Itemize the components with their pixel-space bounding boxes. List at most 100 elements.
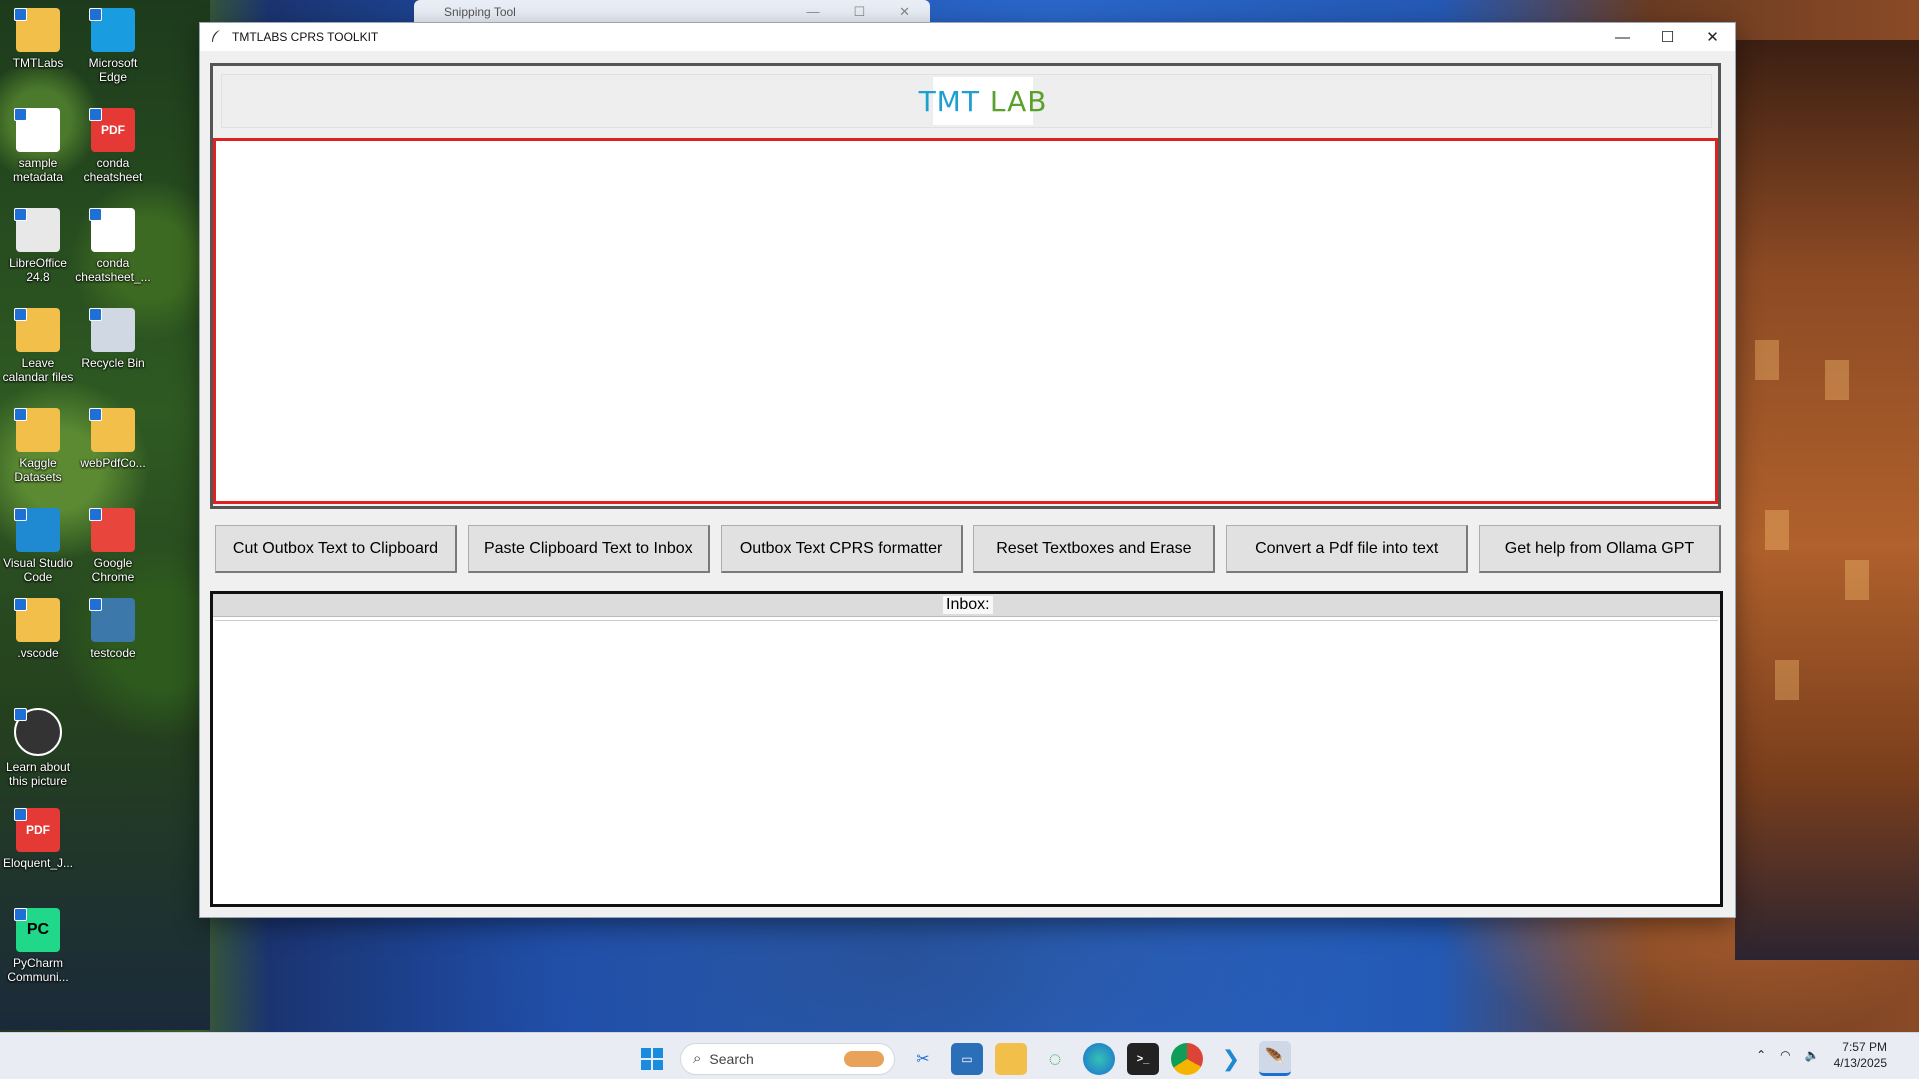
- outbox-frame: TMT LAB: [210, 63, 1721, 509]
- checkbox-icon: [89, 308, 102, 321]
- checkbox-icon: [89, 8, 102, 21]
- desktop-icon-label: Leave calandar files: [2, 356, 74, 384]
- wifi-icon[interactable]: ◠: [1780, 1048, 1790, 1062]
- desktop-icon[interactable]: sample metadata: [0, 108, 76, 184]
- desktop-icon-label: Visual Studio Code: [3, 556, 73, 584]
- checkbox-icon: [89, 508, 102, 521]
- checkbox-icon: [14, 8, 27, 21]
- maximize-button[interactable]: ☐: [1645, 23, 1690, 51]
- desktop-icon-label: webPdfCo...: [80, 456, 146, 470]
- clock-time: 7:57 PM: [1842, 1040, 1887, 1054]
- desktop-icon[interactable]: PC PyCharm Communi...: [0, 908, 76, 984]
- inbox-textbox[interactable]: [215, 620, 1718, 902]
- desktop-icon[interactable]: TMTLabs: [0, 8, 76, 70]
- checkbox-icon: [14, 408, 27, 421]
- desktop-icon-label: sample metadata: [12, 156, 64, 184]
- reset-textboxes-button[interactable]: Reset Textboxes and Erase: [973, 525, 1216, 573]
- desktop-icon-label: Learn about this picture: [5, 760, 71, 788]
- inbox-label: Inbox:: [943, 596, 993, 614]
- desktop-icon[interactable]: Google Chrome: [75, 508, 151, 584]
- checkbox-icon: [14, 598, 27, 611]
- desktop-icon[interactable]: Kaggle Datasets: [0, 408, 76, 484]
- desktop-icon-label: PyCharm Communi...: [7, 956, 69, 984]
- desktop-icon-label: conda cheatsheet_...: [75, 256, 151, 284]
- convert-pdf-button[interactable]: Convert a Pdf file into text: [1226, 525, 1469, 573]
- desktop-icon[interactable]: conda cheatsheet_...: [75, 208, 151, 284]
- close-icon[interactable]: ✕: [899, 4, 910, 20]
- snipping-tool-icon[interactable]: ✂: [907, 1043, 939, 1075]
- desktop-icon-label: testcode: [90, 646, 136, 660]
- desktop-icon[interactable]: Leave calandar files: [0, 308, 76, 384]
- feather-icon: [210, 29, 224, 46]
- search-highlight-icon: [844, 1050, 884, 1067]
- checkbox-icon: [89, 598, 102, 611]
- desktop-icon[interactable]: PDF conda cheatsheet: [75, 108, 151, 184]
- search-icon: ⌕: [693, 1050, 702, 1067]
- maximize-icon[interactable]: ☐: [853, 4, 865, 20]
- desktop-icon-label: Eloquent_J...: [2, 856, 74, 870]
- cprs-toolkit-window: TMTLABS CPRS TOOLKIT — ☐ ✕ TMT LAB Cut O…: [200, 23, 1735, 917]
- start-windows-icon[interactable]: [636, 1043, 668, 1075]
- minimize-button[interactable]: —: [1600, 23, 1645, 51]
- window-title: TMTLABS CPRS TOOLKIT: [232, 30, 379, 44]
- copilot-icon[interactable]: ◌: [1039, 1043, 1071, 1075]
- taskbar: ⌕ Search ✂ ▭ ◌ >_ ❯ 🪶 ⌃ ◠ 🔈 7:57 PM 4/13…: [0, 1032, 1919, 1079]
- desktop-icon-label: .vscode: [17, 646, 59, 660]
- chevron-up-icon[interactable]: ⌃: [1756, 1048, 1766, 1062]
- checkbox-icon: [14, 908, 27, 921]
- desktop-icon[interactable]: testcode: [75, 598, 151, 660]
- desktop-icon[interactable]: Visual Studio Code: [0, 508, 76, 584]
- checkbox-icon: [14, 808, 27, 821]
- desktop-icon[interactable]: .vscode: [0, 598, 76, 660]
- close-button[interactable]: ✕: [1690, 23, 1735, 51]
- taskbar-search[interactable]: ⌕ Search: [680, 1042, 895, 1075]
- clock-date: 4/13/2025: [1833, 1056, 1887, 1070]
- edge-icon[interactable]: [1083, 1042, 1115, 1075]
- volume-icon[interactable]: 🔈: [1805, 1048, 1820, 1062]
- cut-outbox-button[interactable]: Cut Outbox Text to Clipboard: [215, 525, 457, 573]
- python-app-icon[interactable]: 🪶: [1259, 1041, 1291, 1076]
- desktop-icon-label: conda cheatsheet: [83, 156, 143, 184]
- minimize-icon[interactable]: —: [806, 4, 819, 20]
- snipping-tool-window[interactable]: Snipping Tool — ☐ ✕: [414, 0, 930, 24]
- checkbox-icon: [89, 108, 102, 121]
- logo-bar: TMT LAB: [221, 74, 1712, 128]
- desktop-icon-label: Recycle Bin: [81, 356, 145, 370]
- desktop-icon[interactable]: LibreOffice 24.8: [0, 208, 76, 284]
- desktop-icon-label: Microsoft Edge: [88, 56, 138, 84]
- checkbox-icon: [14, 508, 27, 521]
- file-explorer-icon[interactable]: [995, 1042, 1027, 1075]
- chrome-icon[interactable]: [1171, 1042, 1203, 1075]
- system-tray: ⌃ ◠ 🔈 7:57 PM 4/13/2025: [1756, 1039, 1887, 1071]
- desktop-icon[interactable]: webPdfCo...: [75, 408, 151, 470]
- title-bar[interactable]: TMTLABS CPRS TOOLKIT — ☐ ✕: [200, 23, 1735, 51]
- desktop-icon-label: Kaggle Datasets: [14, 456, 62, 484]
- desktop-icon[interactable]: Microsoft Edge: [75, 8, 151, 84]
- inbox-header: Inbox:: [213, 594, 1720, 617]
- tmt-lab-logo: TMT LAB: [919, 77, 1046, 125]
- paste-clipboard-button[interactable]: Paste Clipboard Text to Inbox: [467, 525, 710, 573]
- checkbox-icon: [14, 308, 27, 321]
- desktop-icon[interactable]: Learn about this picture: [0, 708, 76, 788]
- desktop-icon-label: LibreOffice 24.8: [9, 256, 67, 284]
- wallpaper-building: [1735, 40, 1919, 960]
- snipping-tool-title: Snipping Tool: [444, 5, 516, 19]
- desktop-icon-label: Google Chrome: [91, 556, 135, 584]
- ollama-help-button[interactable]: Get help from Ollama GPT: [1478, 525, 1721, 573]
- outbox-textbox[interactable]: [213, 138, 1718, 504]
- button-row: Cut Outbox Text to Clipboard Paste Clipb…: [215, 525, 1721, 577]
- terminal-icon[interactable]: >_: [1127, 1042, 1159, 1075]
- desktop-icon-label: TMTLabs: [12, 56, 64, 70]
- desktop-icon[interactable]: Recycle Bin: [75, 308, 151, 370]
- clock[interactable]: 7:57 PM 4/13/2025: [1834, 1039, 1887, 1071]
- checkbox-icon: [14, 208, 27, 221]
- desktop-icon[interactable]: PDF Eloquent_J...: [0, 808, 76, 870]
- checkbox-icon: [14, 108, 27, 121]
- remote-desktop-icon[interactable]: ▭: [951, 1042, 983, 1075]
- checkbox-icon: [89, 408, 102, 421]
- vscode-icon[interactable]: ❯: [1215, 1043, 1247, 1075]
- checkbox-icon: [14, 708, 27, 721]
- search-placeholder: Search: [709, 1050, 754, 1067]
- cprs-formatter-button[interactable]: Outbox Text CPRS formatter: [720, 525, 963, 573]
- inbox-frame: Inbox:: [210, 591, 1723, 907]
